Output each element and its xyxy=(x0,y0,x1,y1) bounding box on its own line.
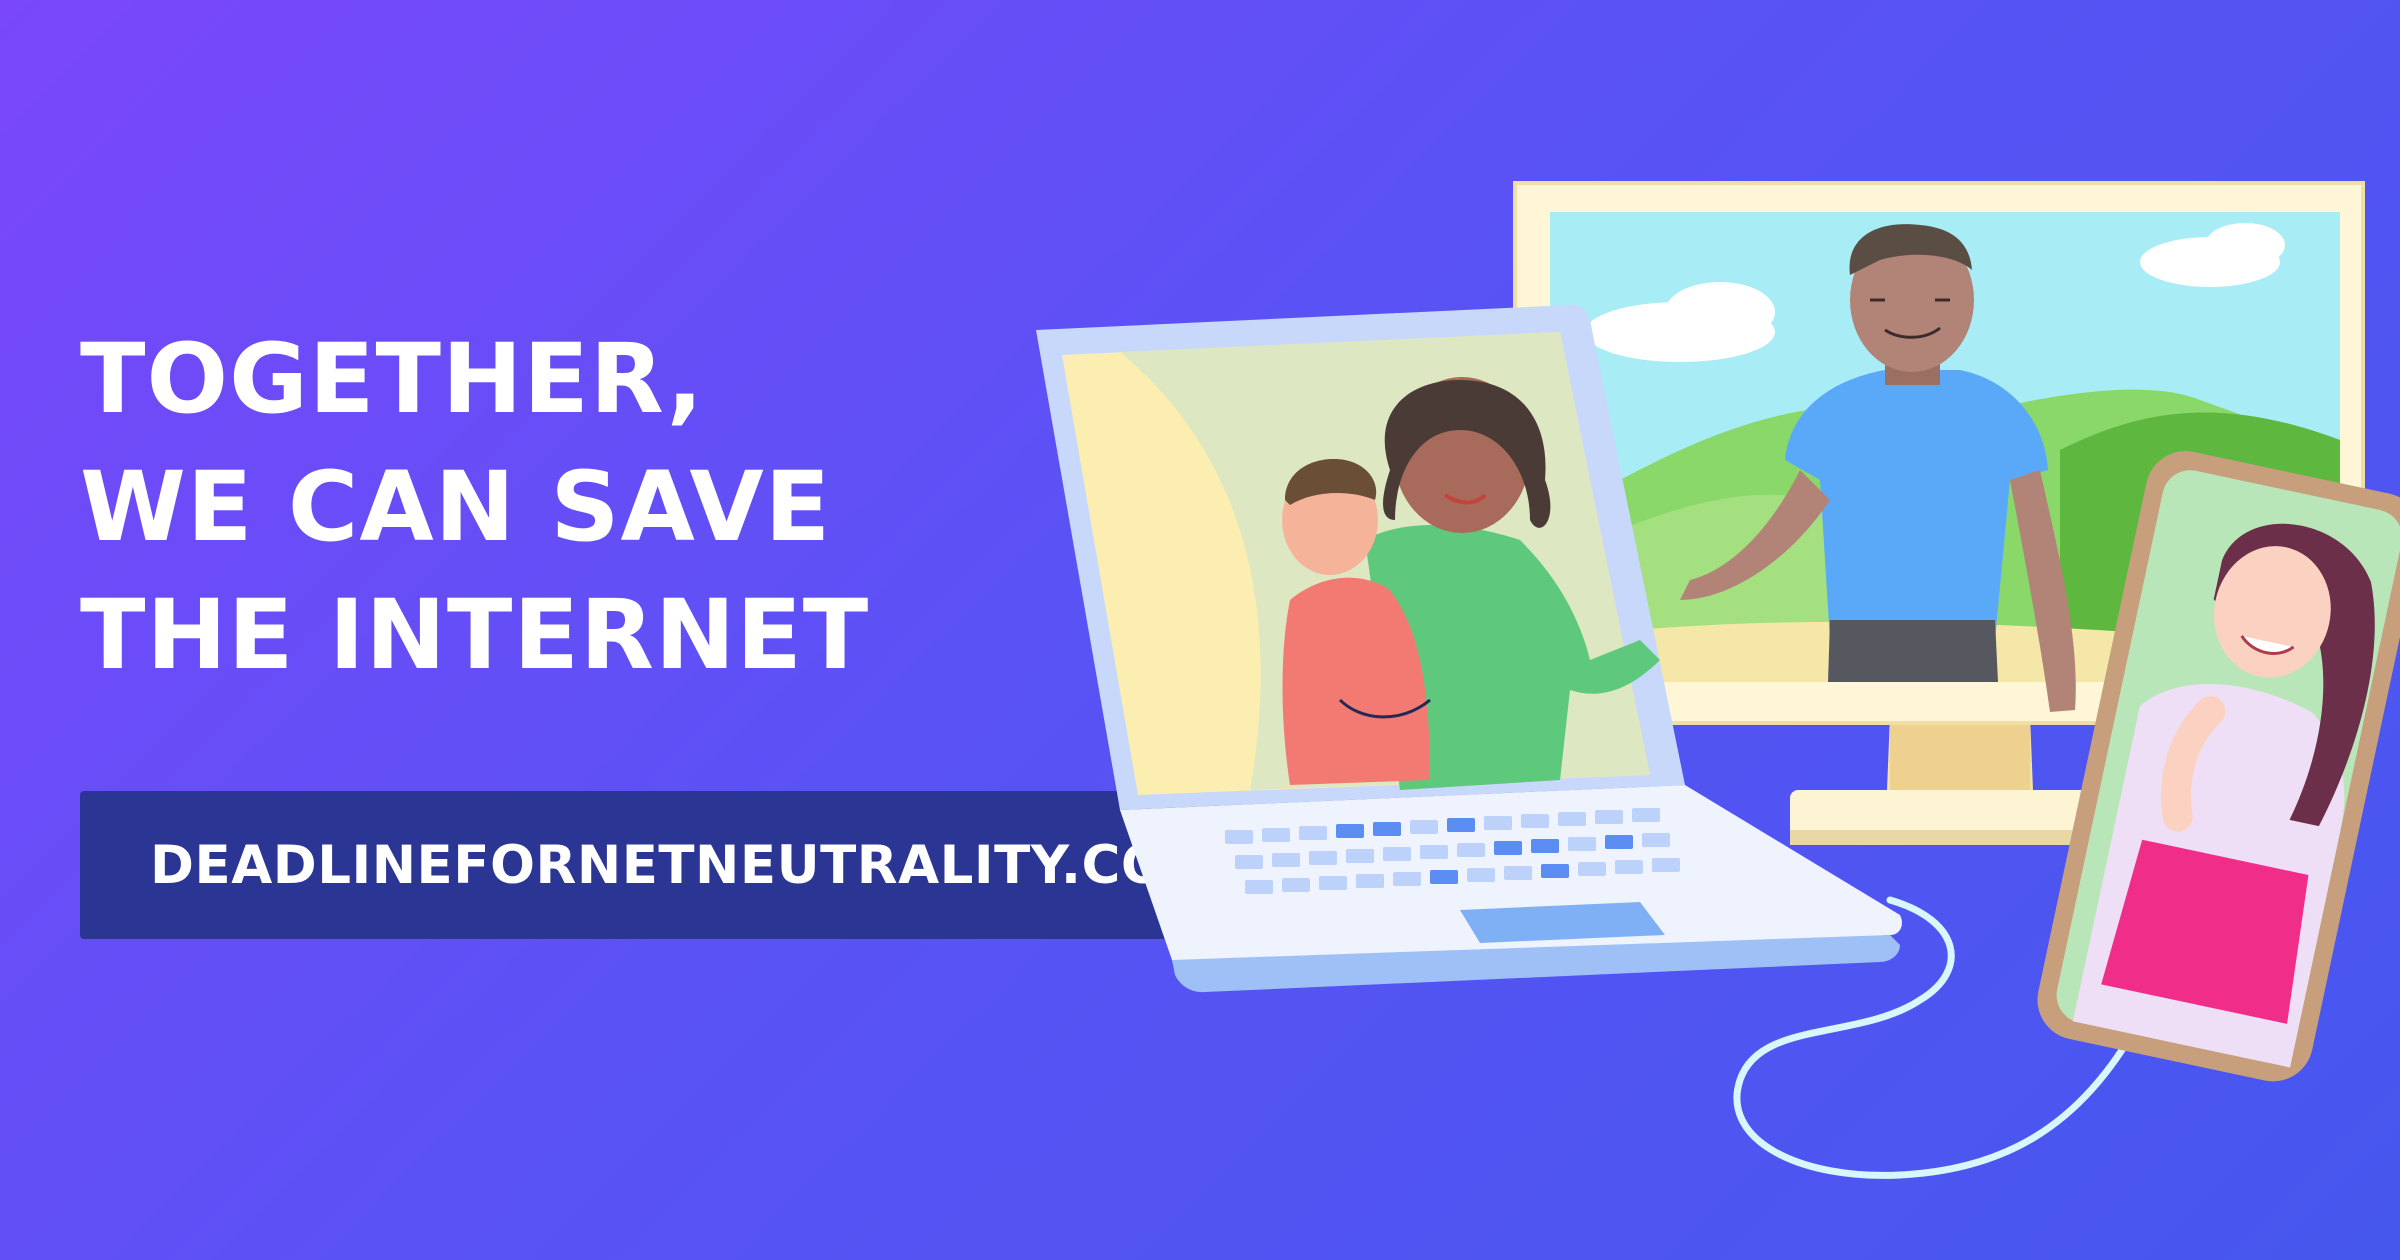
headline-line-1: TOGETHER, xyxy=(80,323,705,435)
headline-line-3: THE INTERNET xyxy=(80,579,870,691)
headline-line-2: WE CAN SAVE xyxy=(80,451,832,563)
headline: TOGETHER, WE CAN SAVE THE INTERNET xyxy=(80,315,869,699)
devices-illustration xyxy=(1036,181,2400,1179)
